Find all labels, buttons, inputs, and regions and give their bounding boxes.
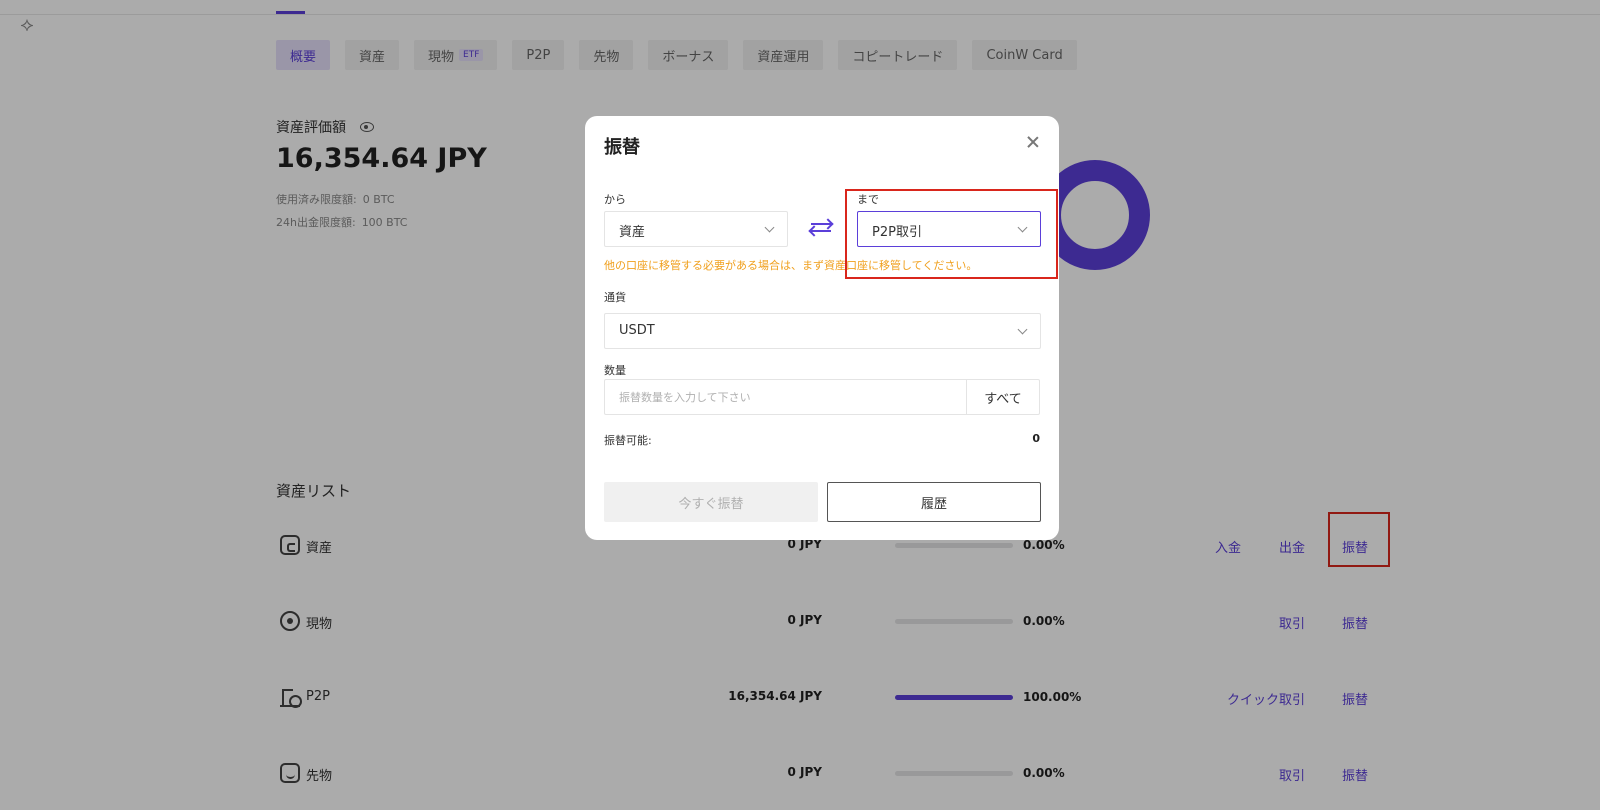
swap-icon[interactable] <box>810 216 832 238</box>
chevron-down-icon <box>764 222 775 233</box>
currency-select[interactable]: USDT <box>604 313 1041 349</box>
modal-title: 振替 <box>604 137 640 158</box>
highlight-box-to-field <box>845 189 1058 279</box>
transfer-modal: 振替 から 資産 まで P2P取引 他の口座に移管する必要がある場合は、まず資産… <box>585 116 1059 540</box>
available-value: 0 <box>1032 432 1040 445</box>
chevron-down-icon <box>1017 324 1028 335</box>
from-select[interactable]: 資産 <box>604 211 788 247</box>
available-label: 振替可能: <box>604 434 652 447</box>
close-icon[interactable] <box>1025 134 1041 150</box>
quantity-label: 数量 <box>604 364 626 377</box>
from-label: から <box>604 193 626 206</box>
all-button[interactable]: すべて <box>966 380 1039 414</box>
quantity-input[interactable] <box>605 380 967 414</box>
currency-label: 通貨 <box>604 291 626 304</box>
quantity-field: すべて <box>604 379 1040 415</box>
swap-arrow-left <box>811 230 831 232</box>
history-button[interactable]: 履歴 <box>827 482 1041 522</box>
transfer-now-button[interactable]: 今すぐ振替 <box>604 482 818 522</box>
